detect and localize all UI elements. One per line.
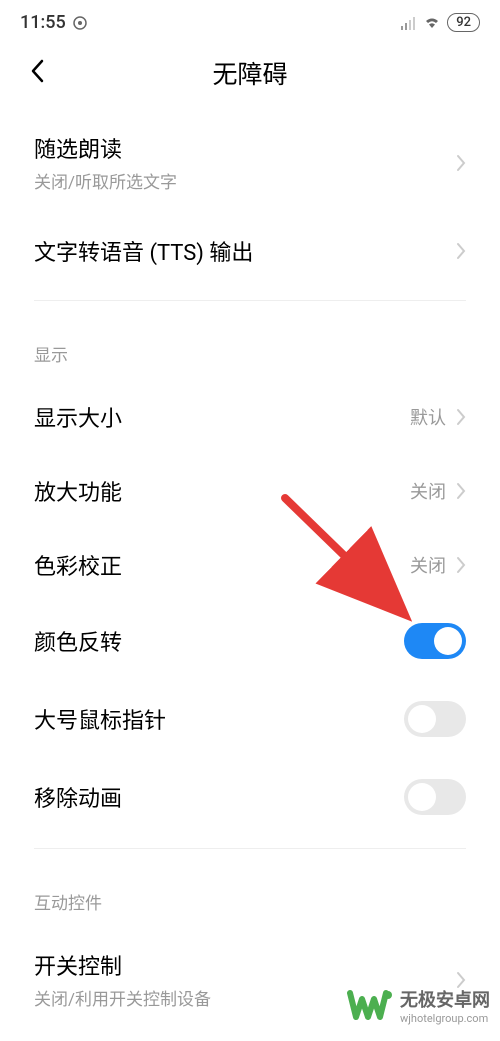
item-title: 随选朗读 [34, 132, 456, 164]
item-value: 关闭 [410, 552, 446, 578]
divider [34, 848, 466, 849]
color-inversion-item: 颜色反转 [34, 602, 466, 680]
color-correction-item[interactable]: 色彩校正 关闭 [34, 528, 466, 602]
status-bar: 11:55 92 [0, 0, 500, 39]
toggle-knob [434, 627, 462, 655]
item-value: 默认 [410, 404, 446, 430]
watermark-title: 无极安卓网 [400, 986, 490, 1012]
item-title: 放大功能 [34, 475, 410, 507]
item-title: 显示大小 [34, 401, 410, 433]
chevron-right-icon [456, 154, 466, 172]
divider [34, 300, 466, 301]
section-interaction: 互动控件 [34, 861, 466, 928]
status-left: 11:55 [20, 12, 88, 33]
chevron-right-icon [456, 408, 466, 426]
status-right: 92 [401, 13, 480, 32]
nav-bar: 无障碍 [0, 39, 500, 111]
item-title: 文字转语音 (TTS) 输出 [34, 235, 456, 267]
chevron-right-icon [456, 556, 466, 574]
large-cursor-toggle[interactable] [404, 701, 466, 737]
watermark-url: wjhotelgroup.com [400, 1012, 488, 1025]
wifi-icon [423, 16, 441, 30]
item-title: 开关控制 [34, 949, 456, 981]
settings-content: 随选朗读 关闭/听取所选文字 文字转语音 (TTS) 输出 显示 显示大小 默认… [0, 111, 500, 1031]
section-display: 显示 [34, 313, 466, 380]
toggle-knob [408, 705, 436, 733]
chevron-right-icon [456, 482, 466, 500]
item-subtitle: 关闭/听取所选文字 [34, 168, 456, 193]
magnify-item[interactable]: 放大功能 关闭 [34, 454, 466, 528]
page-title: 无障碍 [212, 55, 287, 91]
chevron-left-icon [30, 59, 44, 83]
tts-item[interactable]: 文字转语音 (TTS) 输出 [34, 214, 466, 288]
remove-animation-item: 移除动画 [34, 758, 466, 836]
music-icon [72, 15, 88, 31]
item-title: 色彩校正 [34, 549, 410, 581]
color-inversion-toggle[interactable] [404, 623, 466, 659]
watermark: 无极安卓网 wjhotelgroup.com [346, 981, 490, 1029]
remove-animation-toggle[interactable] [404, 779, 466, 815]
chevron-right-icon [456, 242, 466, 260]
select-to-speak-item[interactable]: 随选朗读 关闭/听取所选文字 [34, 111, 466, 214]
battery-badge: 92 [447, 13, 480, 32]
item-title: 移除动画 [34, 781, 404, 813]
item-value: 关闭 [410, 478, 446, 504]
toggle-knob [408, 783, 436, 811]
item-title: 大号鼠标指针 [34, 703, 404, 735]
back-button[interactable] [30, 59, 44, 87]
status-time: 11:55 [20, 12, 66, 33]
large-cursor-item: 大号鼠标指针 [34, 680, 466, 758]
item-title: 颜色反转 [34, 625, 404, 657]
watermark-logo-icon [346, 981, 394, 1029]
display-size-item[interactable]: 显示大小 默认 [34, 380, 466, 454]
signal-icon [401, 16, 417, 30]
